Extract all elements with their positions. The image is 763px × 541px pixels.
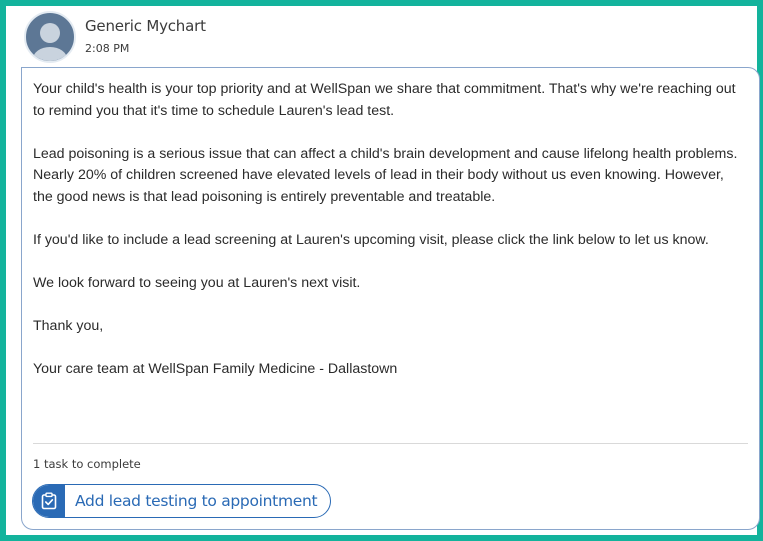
message-paragraph: Lead poisoning is a serious issue that c… [33,145,738,205]
clipboard-check-icon [41,492,57,510]
task-label: Add lead testing to appointment [75,492,318,510]
task-icon-container [33,485,65,517]
user-silhouette-icon [33,23,67,61]
message-signature: Your care team at WellSpan Family Medici… [33,360,398,377]
add-lead-testing-button[interactable]: Add lead testing to appointment [32,484,331,518]
message-paragraph: We look forward to seeing you at Lauren'… [33,274,361,291]
message-paragraph: Thank you, [33,317,104,334]
sender-name: Generic Mychart [85,17,206,35]
tasks-count-label: 1 task to complete [33,457,141,471]
message-paragraph: Your child's health is your top priority… [33,81,736,119]
divider [33,443,748,444]
avatar [24,11,76,63]
message-paragraph: If you'd like to include a lead screenin… [33,231,709,248]
message-body: Your child's health is your top priority… [33,79,738,402]
message-time: 2:08 PM [85,42,130,55]
